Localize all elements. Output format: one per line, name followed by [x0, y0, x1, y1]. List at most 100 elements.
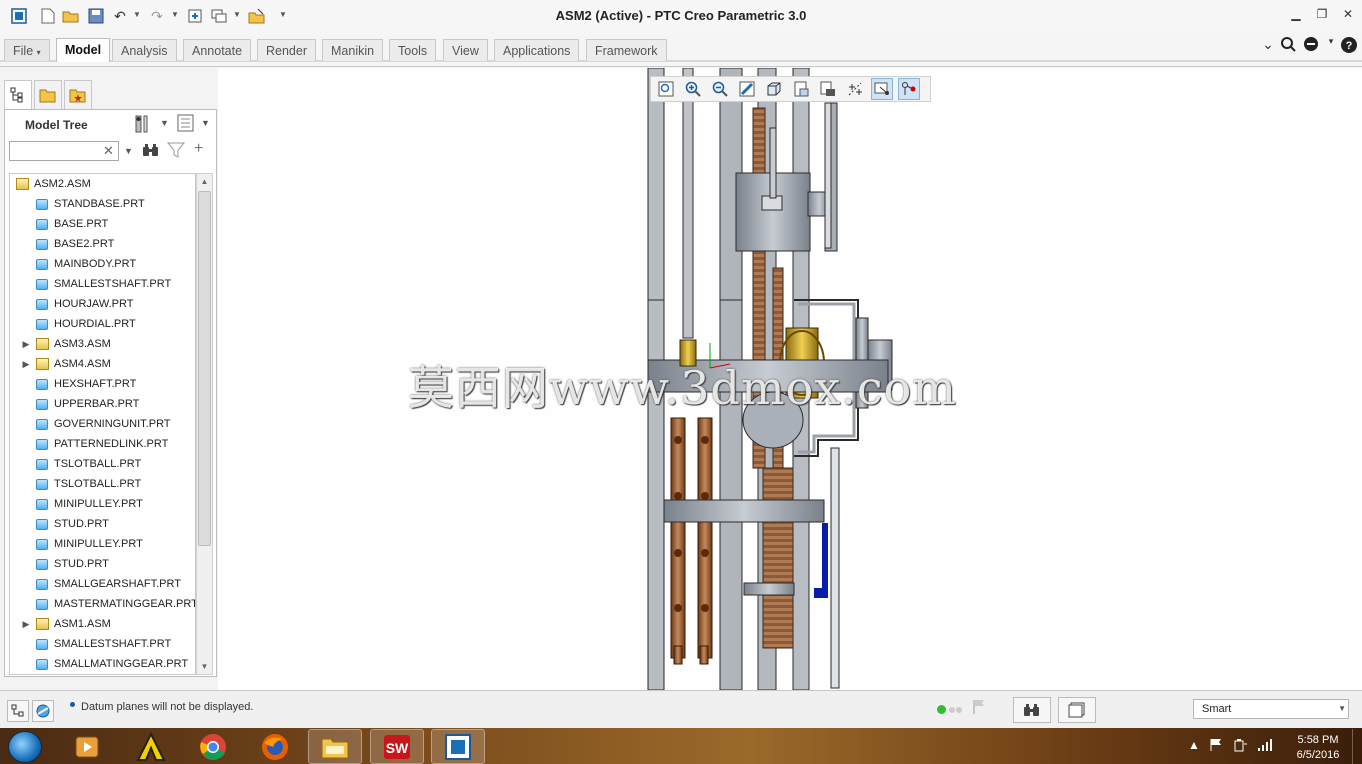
- network-icon[interactable]: [1257, 738, 1273, 755]
- tree-node-part[interactable]: STANDBASE.PRT: [10, 194, 195, 214]
- restore-button[interactable]: ❐: [1311, 7, 1333, 25]
- tree-node-part[interactable]: MAINBODY.PRT: [10, 254, 195, 274]
- model-tree-tab[interactable]: [4, 80, 32, 110]
- tree-node-part[interactable]: MINIPULLEY.PRT: [10, 494, 195, 514]
- model-tree-scrollbar[interactable]: ▲ ▼: [196, 173, 213, 675]
- expand-triangle-icon[interactable]: ▶: [20, 354, 32, 374]
- redo-icon[interactable]: ↷: [147, 6, 167, 26]
- settings-dropdown-icon[interactable]: ▼: [160, 118, 169, 128]
- tab-render[interactable]: Render: [257, 39, 316, 61]
- community-icon[interactable]: [1302, 36, 1320, 54]
- tab-analysis[interactable]: Analysis: [112, 39, 177, 61]
- tree-node-part[interactable]: BASE2.PRT: [10, 234, 195, 254]
- new-icon[interactable]: [38, 6, 58, 26]
- zoom-in-icon[interactable]: [682, 78, 704, 100]
- selection-filter-dropdown[interactable]: Smart ▼: [1193, 699, 1349, 719]
- selection-button[interactable]: [1058, 697, 1096, 723]
- chrome-taskbar-button[interactable]: [186, 729, 240, 764]
- expand-triangle-icon[interactable]: ▶: [20, 614, 32, 634]
- save-icon[interactable]: [86, 6, 106, 26]
- toggle-navigator-icon[interactable]: [7, 700, 29, 722]
- tree-node-part[interactable]: BASE.PRT: [10, 214, 195, 234]
- display-style-icon[interactable]: [763, 78, 785, 100]
- refit-icon[interactable]: [655, 78, 677, 100]
- customize-quick-access-icon[interactable]: ▼: [279, 10, 287, 19]
- action-center-icon[interactable]: [1209, 738, 1223, 755]
- tree-node-part[interactable]: PATTERNEDLINK.PRT: [10, 434, 195, 454]
- tree-node-part[interactable]: HOURDIAL.PRT: [10, 314, 195, 334]
- scroll-down-icon[interactable]: ▼: [197, 659, 212, 674]
- close-window-icon[interactable]: [247, 6, 267, 26]
- spin-center-icon[interactable]: [871, 78, 893, 100]
- undo-icon[interactable]: ↶: [110, 6, 130, 26]
- close-button[interactable]: ✕: [1337, 7, 1359, 25]
- tree-node-part[interactable]: SMALLMATINGGEAR.PRT: [10, 654, 195, 674]
- firefox-taskbar-button[interactable]: [248, 729, 302, 764]
- autocad-taskbar-button[interactable]: [124, 729, 178, 764]
- windows-dropdown-icon[interactable]: ▼: [233, 10, 241, 19]
- show-desktop-button[interactable]: [1352, 729, 1362, 764]
- tab-view[interactable]: View: [443, 39, 488, 61]
- undo-dropdown-icon[interactable]: ▼: [133, 10, 141, 19]
- search-icon[interactable]: [1279, 36, 1297, 54]
- tree-node-part[interactable]: UPPERBAR.PRT: [10, 394, 195, 414]
- clock[interactable]: 5:58 PM 6/5/2016: [1288, 733, 1348, 763]
- view-manager-icon[interactable]: [817, 78, 839, 100]
- tree-node-part[interactable]: STUD.PRT: [10, 554, 195, 574]
- folder-browser-tab[interactable]: [34, 80, 62, 110]
- power-icon[interactable]: [1233, 738, 1247, 755]
- tree-node-part[interactable]: HOURJAW.PRT: [10, 294, 195, 314]
- start-button[interactable]: [8, 731, 42, 763]
- tab-tools[interactable]: Tools: [389, 39, 437, 61]
- scrollbar-thumb[interactable]: [198, 191, 211, 546]
- tree-node-part[interactable]: SMALLESTSHAFT.PRT: [10, 274, 195, 294]
- find-button[interactable]: [1013, 697, 1051, 723]
- tab-file[interactable]: File ▾: [4, 39, 50, 61]
- expand-triangle-icon[interactable]: ▶: [20, 334, 32, 354]
- app-icon[interactable]: [9, 6, 29, 26]
- tree-node-assembly[interactable]: ▶ ASM3.ASM: [10, 334, 195, 354]
- creo-taskbar-button[interactable]: [431, 729, 485, 764]
- minimize-button[interactable]: ▁: [1285, 7, 1307, 25]
- community-dropdown-icon[interactable]: ▾: [1322, 36, 1340, 54]
- tree-node-part[interactable]: SMALLESTSHAFT.PRT: [10, 634, 195, 654]
- tree-node-part[interactable]: HEXSHAFT.PRT: [10, 374, 195, 394]
- tab-manikin[interactable]: Manikin: [322, 39, 384, 61]
- zoom-out-icon[interactable]: [709, 78, 731, 100]
- filter-icon[interactable]: [166, 142, 186, 161]
- flag-icon[interactable]: [972, 699, 986, 718]
- tab-applications[interactable]: Applications: [494, 39, 580, 61]
- collapse-ribbon-icon[interactable]: ⌄: [1259, 36, 1277, 54]
- tree-node-assembly[interactable]: ▶ ASM4.ASM: [10, 354, 195, 374]
- regenerate-icon[interactable]: [185, 6, 205, 26]
- tree-node-part[interactable]: MASTERMATINGGEAR.PRT: [10, 594, 195, 614]
- saved-orientations-icon[interactable]: [790, 78, 812, 100]
- tree-node-part[interactable]: MINIPULLEY.PRT: [10, 534, 195, 554]
- tab-model[interactable]: Model: [56, 38, 111, 62]
- find-icon[interactable]: [142, 142, 160, 161]
- open-icon[interactable]: [61, 6, 81, 26]
- solidworks-taskbar-button[interactable]: SW: [370, 729, 424, 764]
- tree-node-assembly[interactable]: ▶ ASM1.ASM: [10, 614, 195, 634]
- clear-search-icon[interactable]: ✕: [103, 143, 114, 159]
- tree-node-part[interactable]: SMALLGEARSHAFT.PRT: [10, 574, 195, 594]
- tab-framework[interactable]: Framework: [586, 39, 667, 61]
- repaint-icon[interactable]: [736, 78, 758, 100]
- tab-annotate[interactable]: Annotate: [183, 39, 252, 61]
- show-hidden-icons-icon[interactable]: ▲: [1188, 738, 1200, 752]
- tree-node-assembly[interactable]: ASM2.ASM: [10, 174, 195, 194]
- show-dropdown-icon[interactable]: ▼: [201, 118, 210, 128]
- favorites-tab[interactable]: [64, 80, 92, 110]
- show-icon[interactable]: [177, 114, 195, 135]
- annotation-display-icon[interactable]: [898, 78, 920, 100]
- settings-icon[interactable]: [134, 114, 154, 137]
- help-icon[interactable]: ?: [1340, 36, 1358, 54]
- tree-node-part[interactable]: TSLOTBALL.PRT: [10, 454, 195, 474]
- windows-icon[interactable]: [209, 6, 229, 26]
- scroll-up-icon[interactable]: ▲: [197, 174, 212, 189]
- add-column-icon[interactable]: +: [194, 140, 203, 158]
- media-player-taskbar-button[interactable]: [60, 729, 114, 764]
- search-dropdown-icon[interactable]: ▼: [124, 146, 133, 156]
- tree-node-part[interactable]: GOVERNINGUNIT.PRT: [10, 414, 195, 434]
- tree-node-part[interactable]: TSLOTBALL.PRT: [10, 474, 195, 494]
